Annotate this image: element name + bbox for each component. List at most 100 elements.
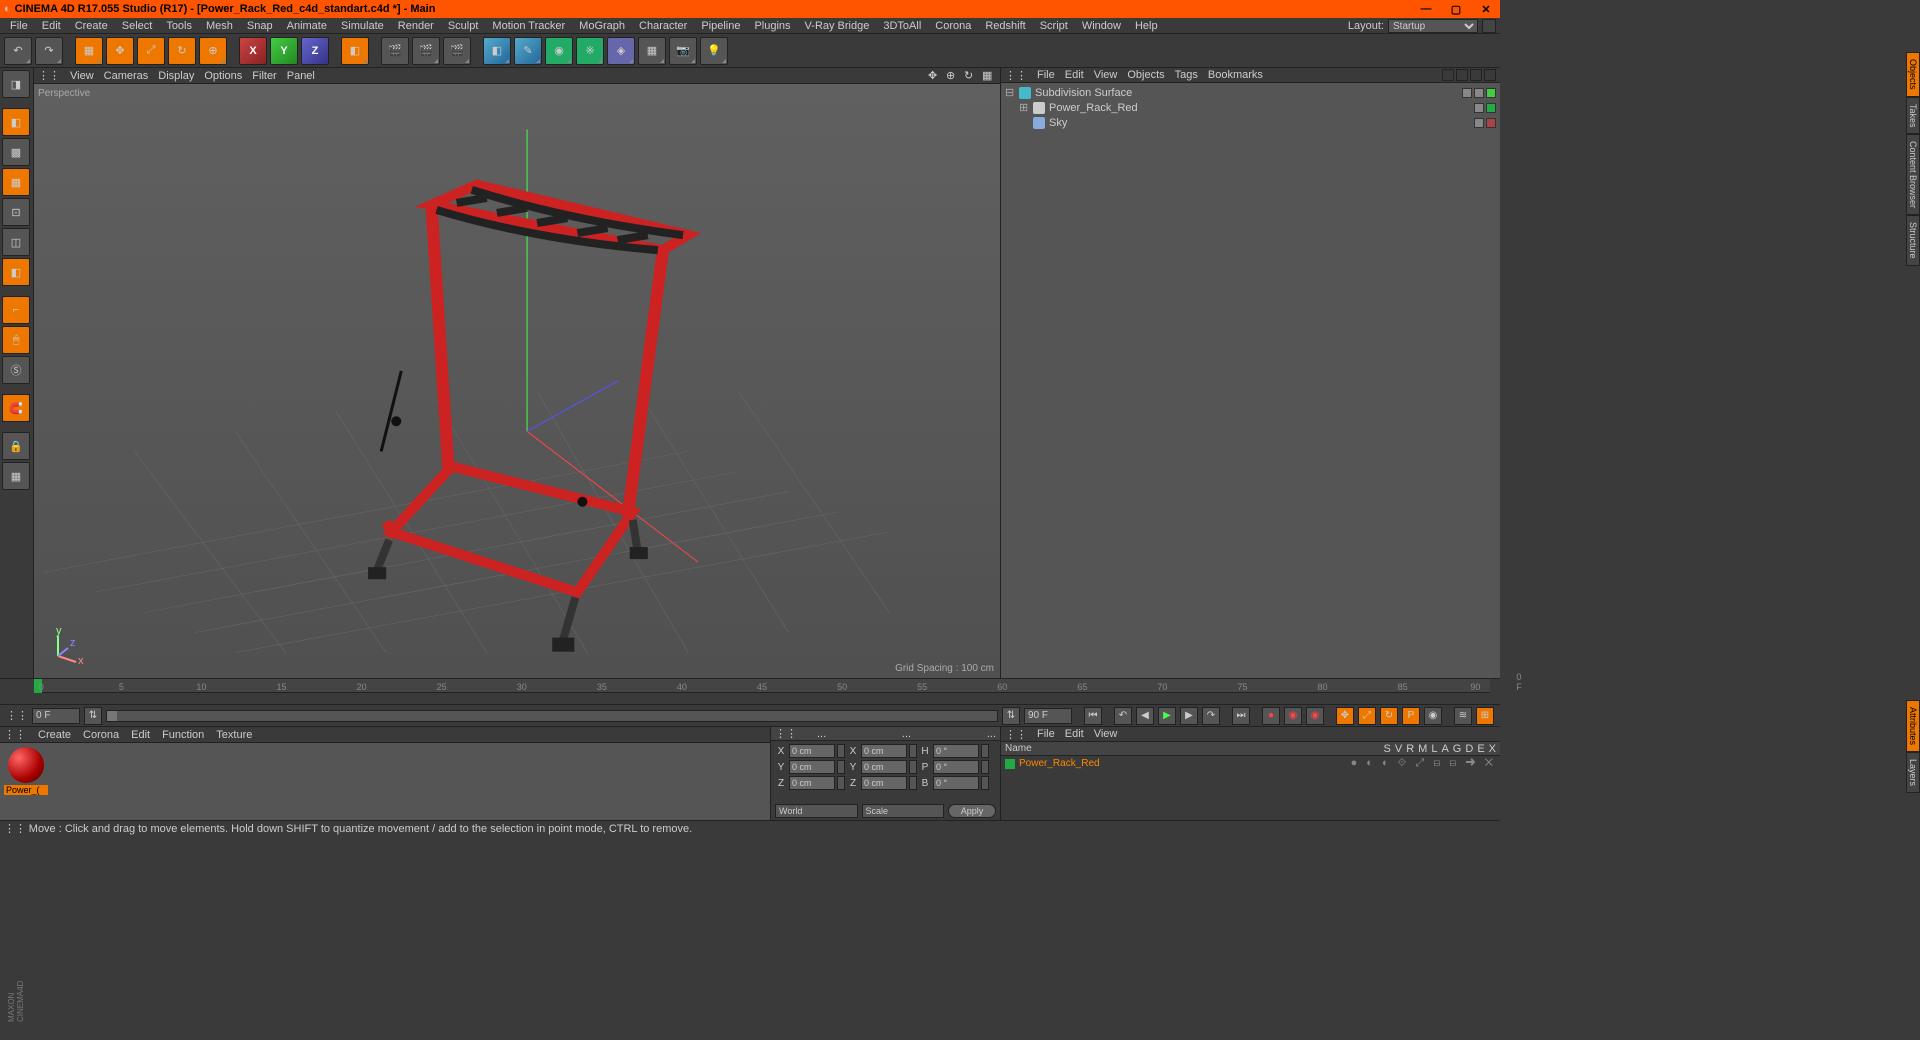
attr-col-e[interactable]: E <box>1477 743 1484 755</box>
move-tool[interactable]: ✥ <box>106 37 134 65</box>
status-grip-icon[interactable]: ⋮⋮ <box>4 822 26 835</box>
menu-3dtoall[interactable]: 3DToAll <box>877 20 927 32</box>
attr-col-m[interactable]: M <box>1418 743 1427 755</box>
cube-primitive[interactable]: ◧ <box>483 37 511 65</box>
menu-corona[interactable]: Corona <box>929 20 977 32</box>
attr-col-x[interactable]: X <box>1489 743 1496 755</box>
locked-workplane[interactable]: 🔒 <box>2 432 30 460</box>
minimize-button[interactable]: — <box>1416 0 1436 18</box>
axis-z-toggle[interactable]: Z <box>301 37 329 65</box>
make-editable[interactable]: ◨ <box>2 70 30 98</box>
side-tab-content[interactable]: Content Browser <box>1906 134 1920 215</box>
obj-menu-file[interactable]: File <box>1037 69 1055 81</box>
side-tab-attributes[interactable]: Attributes <box>1906 700 1920 752</box>
menu-file[interactable]: File <box>4 20 34 32</box>
menu-render[interactable]: Render <box>392 20 440 32</box>
menu-script[interactable]: Script <box>1034 20 1074 32</box>
mat-grip-icon[interactable]: ⋮⋮ <box>4 728 26 741</box>
keyframe-button[interactable]: ◉ <box>1306 707 1324 725</box>
vp-menu-cameras[interactable]: Cameras <box>104 70 149 82</box>
spinner[interactable] <box>837 776 845 790</box>
edge-mode[interactable]: ◫ <box>2 228 30 256</box>
key-scale-button[interactable]: ⤢ <box>1358 707 1376 725</box>
obj-menu-objects[interactable]: Objects <box>1127 69 1164 81</box>
menu-select[interactable]: Select <box>116 20 159 32</box>
next-key-button[interactable]: ↷ <box>1202 707 1220 725</box>
select-tool[interactable]: ▦ <box>75 37 103 65</box>
size-z-field[interactable]: 0 cm <box>861 776 907 790</box>
frame-spinner[interactable]: ⇅ <box>84 707 102 725</box>
render-region[interactable]: 🎬 <box>412 37 440 65</box>
layout-select[interactable]: Startup <box>1388 19 1478 33</box>
spinner[interactable] <box>981 744 989 758</box>
pos-x-field[interactable]: 0 cm <box>789 744 835 758</box>
menu-character[interactable]: Character <box>633 20 693 32</box>
vp-pan-icon[interactable]: ✥ <box>928 69 942 83</box>
tree-row[interactable]: ⊞ Power_Rack_Red <box>1001 100 1500 115</box>
render-view[interactable]: 🎬 <box>381 37 409 65</box>
vp-zoom-icon[interactable]: ⊕ <box>946 69 960 83</box>
rot-p-field[interactable]: 0 ° <box>933 760 979 774</box>
obj-path-icon[interactable] <box>1484 69 1496 81</box>
attr-col-r[interactable]: R <box>1406 743 1414 755</box>
planar-workplane[interactable]: ▦ <box>2 462 30 490</box>
menu-pipeline[interactable]: Pipeline <box>695 20 746 32</box>
spinner[interactable] <box>909 744 917 758</box>
attr-item-label[interactable]: Power_Rack_Red <box>1019 758 1100 769</box>
layer-color-icon[interactable] <box>1005 759 1015 769</box>
viewport-3d[interactable]: Perspective <box>34 84 1000 678</box>
rotate-tool[interactable]: ↻ <box>168 37 196 65</box>
prev-key-button[interactable]: ↶ <box>1114 707 1132 725</box>
side-tab-objects[interactable]: Objects <box>1906 52 1920 97</box>
goto-end-button[interactable]: ⏭ <box>1232 707 1250 725</box>
polygon-mode[interactable]: ◧ <box>2 258 30 286</box>
pos-z-field[interactable]: 0 cm <box>789 776 835 790</box>
workplane-mode[interactable]: ▦ <box>2 168 30 196</box>
vp-layout-icon[interactable]: ▦ <box>982 69 996 83</box>
pb-grip-icon[interactable]: ⋮⋮ <box>6 709 28 722</box>
tag-icon[interactable] <box>1462 88 1472 98</box>
timeline-ruler[interactable]: 0 5 10 15 20 25 30 35 40 45 50 55 60 65 … <box>34 679 1490 693</box>
pos-y-field[interactable]: 0 cm <box>789 760 835 774</box>
vp-menu-options[interactable]: Options <box>204 70 242 82</box>
spinner[interactable] <box>837 744 845 758</box>
attr-item-row[interactable]: Power_Rack_Red ● ◐ ◐ ⟐ ⤢ ⊟ ⊟ ➜ ✕ <box>1001 756 1500 771</box>
next-frame-button[interactable]: ▶ <box>1180 707 1198 725</box>
mat-menu-create[interactable]: Create <box>38 729 71 741</box>
deformer-tool[interactable]: ◈ <box>607 37 635 65</box>
obj-filter-icon[interactable] <box>1470 69 1482 81</box>
maximize-button[interactable]: ▢ <box>1446 0 1466 18</box>
rot-h-field[interactable]: 0 ° <box>933 744 979 758</box>
tweak-tool[interactable]: 🖱 <box>2 326 30 354</box>
menu-sculpt[interactable]: Sculpt <box>442 20 485 32</box>
pen-tool[interactable]: ✎ <box>514 37 542 65</box>
coordinate-system[interactable]: ◧ <box>341 37 369 65</box>
menu-tools[interactable]: Tools <box>160 20 198 32</box>
model-mode[interactable]: ◧ <box>2 108 30 136</box>
axis-x-toggle[interactable]: X <box>239 37 267 65</box>
key-rot-button[interactable]: ↻ <box>1380 707 1398 725</box>
environment-tool[interactable]: ▦ <box>638 37 666 65</box>
layout-lock-icon[interactable] <box>1482 19 1496 33</box>
coord-tab-rot[interactable]: ... <box>987 728 996 740</box>
axis-tool[interactable]: ⌐ <box>2 296 30 324</box>
tree-row[interactable]: ⊟ Subdivision Surface <box>1001 85 1500 100</box>
spinner[interactable] <box>981 776 989 790</box>
coord-world-select[interactable]: World <box>775 804 858 818</box>
spinner[interactable] <box>837 760 845 774</box>
key-pla-button[interactable]: ◉ <box>1424 707 1442 725</box>
axis-y-toggle[interactable]: Y <box>270 37 298 65</box>
tree-expand-icon[interactable]: ⊞ <box>1019 101 1029 114</box>
snap-toggle[interactable]: 🧲 <box>2 394 30 422</box>
menu-vraybridge[interactable]: V-Ray Bridge <box>799 20 876 32</box>
attr-menu-file[interactable]: File <box>1037 728 1055 740</box>
close-button[interactable]: ✕ <box>1476 0 1496 18</box>
menu-mesh[interactable]: Mesh <box>200 20 239 32</box>
menu-redshift[interactable]: Redshift <box>979 20 1031 32</box>
material-preview-icon[interactable] <box>8 747 44 783</box>
coord-tab-pos[interactable]: ... <box>817 728 826 740</box>
key-param-button[interactable]: P <box>1402 707 1420 725</box>
menu-help[interactable]: Help <box>1129 20 1164 32</box>
attr-col-l[interactable]: L <box>1431 743 1437 755</box>
obj-menu-view[interactable]: View <box>1094 69 1118 81</box>
